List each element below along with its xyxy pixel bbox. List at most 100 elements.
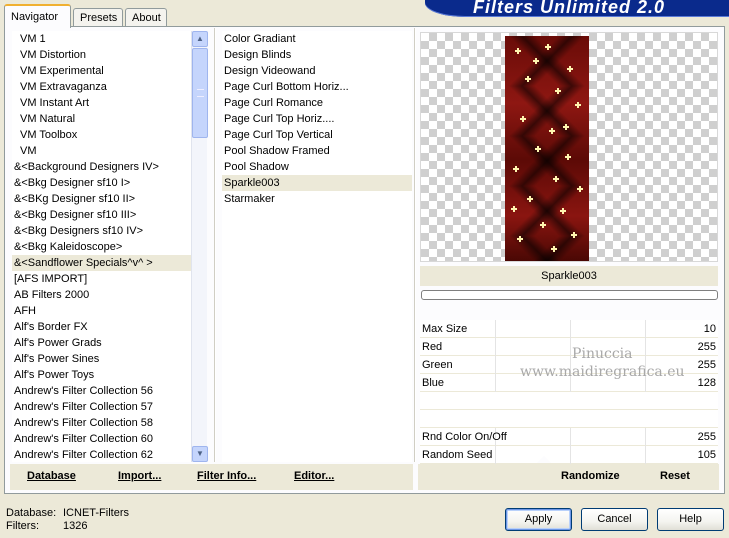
sparkle-icon	[571, 232, 577, 238]
slider-tick	[495, 446, 496, 464]
randomize-button[interactable]: Randomize	[561, 470, 620, 482]
filter-item[interactable]: Starmaker	[222, 191, 412, 207]
filter-item[interactable]: Design Blinds	[222, 47, 412, 63]
slider-tick	[570, 446, 571, 464]
category-item[interactable]: VM Instant Art	[12, 95, 194, 111]
tab-presets[interactable]: Presets	[73, 8, 123, 27]
app-title-banner: Filters Unlimited 2.0	[425, 0, 729, 17]
sparkle-icon	[525, 76, 531, 82]
sparkle-icon	[555, 88, 561, 94]
help-button[interactable]: Help	[657, 508, 724, 531]
slider-tick	[645, 320, 646, 338]
param-row[interactable]: Random Seed 105	[420, 446, 718, 464]
category-item[interactable]: VM	[12, 143, 194, 159]
slider-tick	[495, 356, 496, 374]
category-item[interactable]: &<Background Designers IV>	[12, 159, 194, 175]
category-item[interactable]: Andrew's Filter Collection 57	[12, 399, 194, 415]
category-item[interactable]: &<BKg Designer sf10 II>	[12, 191, 194, 207]
category-scrollbar[interactable]: ▲ ▼	[191, 31, 208, 462]
sparkle-icon	[511, 206, 517, 212]
category-list[interactable]: VM 1 VM Distortion VM Experimental VM Extra…	[12, 31, 194, 462]
param-value: 105	[697, 449, 716, 461]
filter-item[interactable]: Design Videowand	[222, 63, 412, 79]
filter-item[interactable]: Color Gradiant	[222, 31, 412, 47]
sparkle-icon	[533, 58, 539, 64]
cancel-button[interactable]: Cancel	[581, 508, 648, 531]
scroll-up-icon[interactable]: ▲	[192, 31, 208, 47]
filter-item[interactable]: Page Curl Romance	[222, 95, 412, 111]
param-value: 255	[697, 359, 716, 371]
filter-info-button[interactable]: Filter Info...	[197, 470, 256, 482]
param-value: 128	[697, 377, 716, 389]
watermark: Pinuccia www.maidiregrafica.eu	[520, 346, 685, 380]
reset-button[interactable]: Reset	[660, 470, 690, 482]
sparkle-icon	[553, 176, 559, 182]
category-item[interactable]: VM Toolbox	[12, 127, 194, 143]
param-row[interactable]: Rnd Color On/Off 255	[420, 428, 718, 446]
category-item[interactable]: Andrew's Filter Collection 62	[12, 447, 194, 462]
tab-about[interactable]: About	[125, 8, 167, 27]
sparkle-icon	[545, 44, 551, 50]
sparkle-icon	[563, 124, 569, 130]
param-label: Random Seed	[422, 449, 493, 461]
filters-count-label: Filters:	[6, 520, 39, 532]
category-item[interactable]: AB Filters 2000	[12, 287, 194, 303]
category-item[interactable]: Andrew's Filter Collection 58	[12, 415, 194, 431]
param-label: Max Size	[422, 323, 468, 335]
category-item[interactable]: Alf's Power Sines	[12, 351, 194, 367]
filter-item[interactable]: Page Curl Top Horiz....	[222, 111, 412, 127]
divider	[214, 28, 216, 462]
category-item[interactable]: VM Natural	[12, 111, 194, 127]
filter-item[interactable]: Pool Shadow Framed	[222, 143, 412, 159]
filter-list[interactable]: Color Gradiant Design Blinds Design Videow…	[222, 31, 412, 462]
category-item[interactable]: VM Extravaganza	[12, 79, 194, 95]
sparkle-icon	[577, 186, 583, 192]
category-item[interactable]: VM Experimental	[12, 63, 194, 79]
category-item[interactable]: Alf's Power Toys	[12, 367, 194, 383]
filter-item[interactable]: Pool Shadow	[222, 159, 412, 175]
filter-item[interactable]: Page Curl Top Vertical	[222, 127, 412, 143]
param-row-empty[interactable]	[420, 410, 718, 428]
database-value: ICNET-Filters	[63, 507, 129, 519]
category-item[interactable]: Alf's Border FX	[12, 319, 194, 335]
category-item[interactable]: &<Bkg Designer sf10 III>	[12, 207, 194, 223]
apply-button[interactable]: Apply	[505, 508, 572, 531]
filter-item[interactable]: Page Curl Bottom Horiz...	[222, 79, 412, 95]
sparkle-icon	[551, 246, 557, 252]
tab-navigator[interactable]: Navigator	[4, 4, 71, 28]
category-item[interactable]: &<Bkg Designer sf10 I>	[12, 175, 194, 191]
database-button[interactable]: Database	[27, 470, 76, 482]
sparkle-icon	[520, 116, 526, 122]
category-item[interactable]: Andrew's Filter Collection 56	[12, 383, 194, 399]
scroll-thumb[interactable]	[192, 48, 208, 138]
scroll-down-icon[interactable]: ▼	[192, 446, 208, 462]
sparkle-icon	[540, 222, 546, 228]
filter-item[interactable]: Sparkle003	[222, 175, 412, 191]
param-label: Blue	[422, 377, 445, 389]
sparkle-icon	[515, 48, 521, 54]
divider	[414, 28, 416, 462]
param-value: 10	[703, 323, 716, 335]
slider-tick	[645, 446, 646, 464]
editor-button[interactable]: Editor...	[294, 470, 334, 482]
category-item[interactable]: &<Bkg Designers sf10 IV>	[12, 223, 194, 239]
category-item[interactable]: Andrew's Filter Collection 60	[12, 431, 194, 447]
param-label: Green	[422, 359, 453, 371]
status-area: Database: ICNET-Filters Filters: 1326	[6, 507, 129, 533]
slider-caret-icon	[537, 456, 551, 463]
category-item[interactable]: VM 1	[12, 31, 194, 47]
category-item[interactable]: [AFS IMPORT]	[12, 271, 194, 287]
category-item[interactable]: AFH	[12, 303, 194, 319]
param-row[interactable]: Max Size 10	[420, 320, 718, 338]
sparkle-icon	[535, 146, 541, 152]
param-label: Rnd Color On/Off	[422, 431, 507, 443]
param-row-empty[interactable]	[420, 392, 718, 410]
category-item[interactable]: Alf's Power Grads	[12, 335, 194, 351]
filters-count-value: 1326	[63, 520, 88, 532]
filter-preview	[420, 32, 718, 262]
import-button[interactable]: Import...	[118, 470, 161, 482]
category-item[interactable]: VM Distortion	[12, 47, 194, 63]
category-item[interactable]: &<Sandflower Specials^v^ >	[12, 255, 194, 271]
sparkle-icon	[567, 66, 573, 72]
category-item[interactable]: &<Bkg Kaleidoscope>	[12, 239, 194, 255]
